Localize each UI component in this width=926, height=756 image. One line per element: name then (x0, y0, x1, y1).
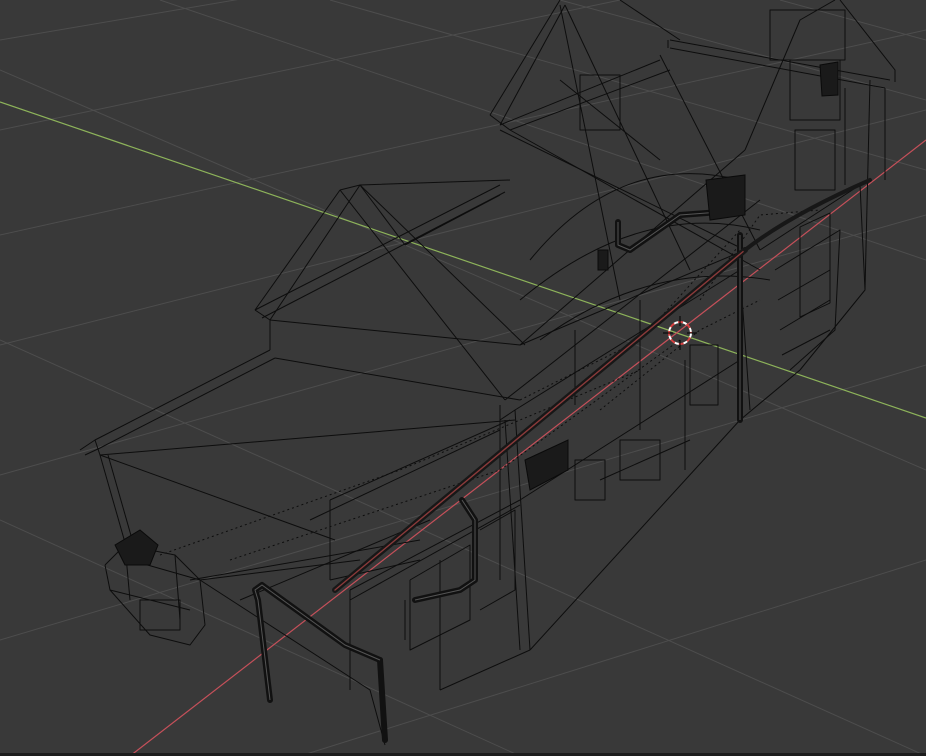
3d-viewport[interactable] (0, 0, 926, 756)
wall-fixtures[interactable] (114, 61, 839, 566)
pipes[interactable] (252, 209, 743, 743)
x-axis-line (129, 139, 926, 756)
wireframe-scene[interactable] (0, 0, 926, 756)
selected-gutter[interactable] (332, 178, 872, 593)
y-axis-line (0, 101, 926, 419)
house-wireframe[interactable] (79, 0, 896, 746)
floor-grid (0, 0, 926, 756)
